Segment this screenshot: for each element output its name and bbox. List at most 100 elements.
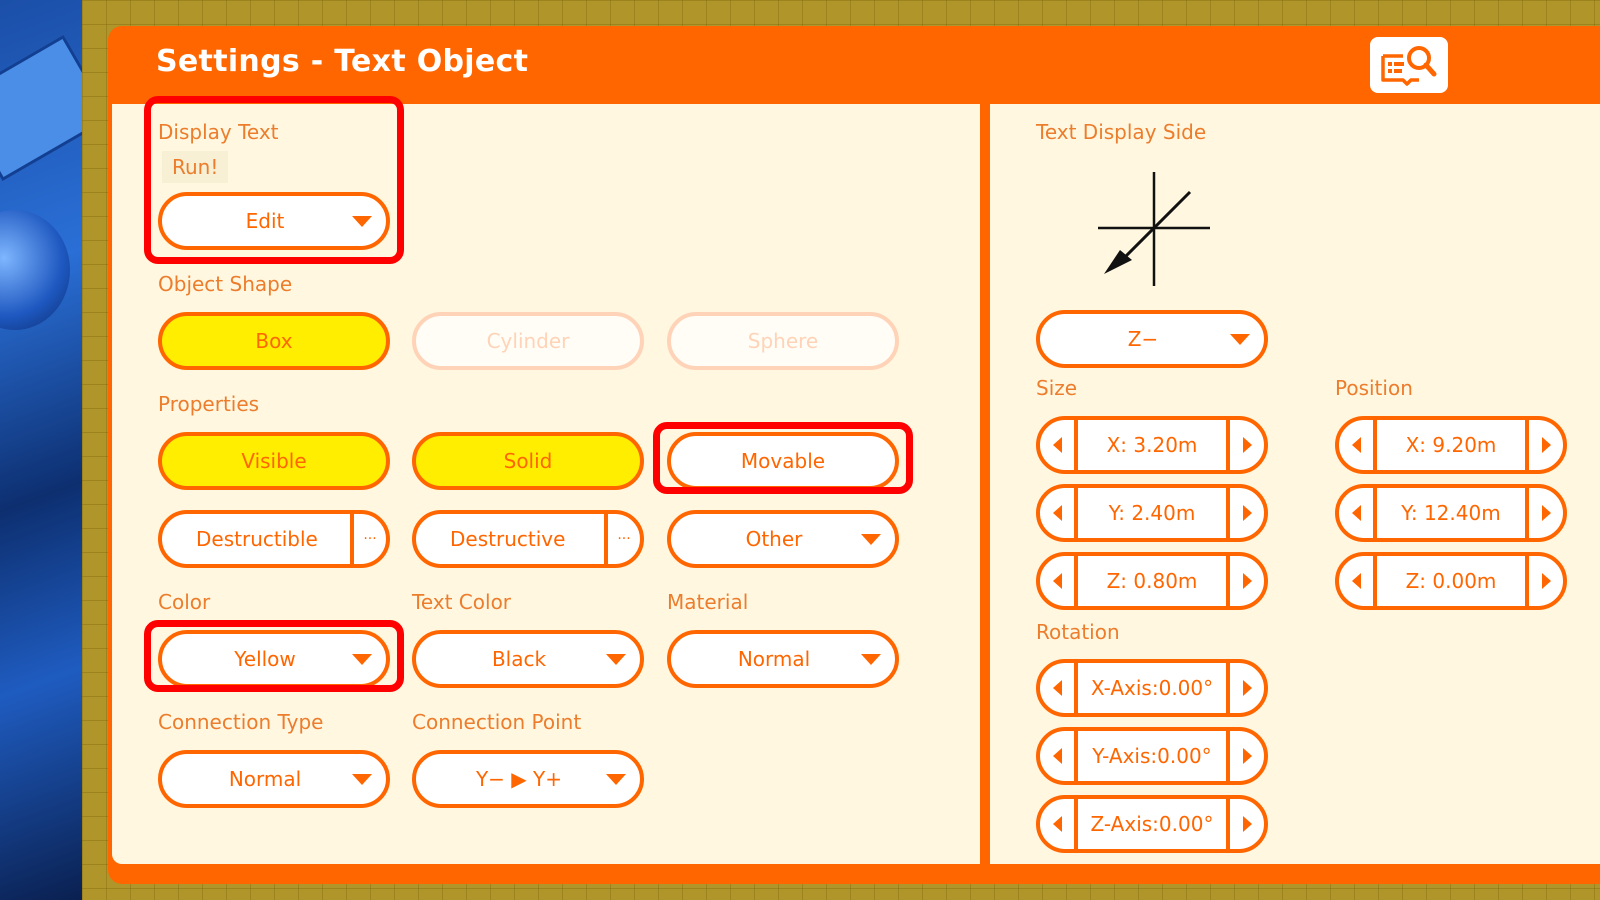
- material-label: Material: [667, 590, 749, 614]
- edit-text-label: Edit: [245, 209, 285, 233]
- right-pane: Text Display Side Z− Size Position X: 3.…: [990, 104, 1600, 864]
- arrow-right-icon: [1242, 505, 1252, 521]
- decrement-button[interactable]: [1339, 488, 1377, 538]
- decrement-button[interactable]: [1040, 420, 1078, 470]
- shape-sphere-button[interactable]: Sphere: [667, 312, 899, 370]
- display-text-label: Display Text: [158, 120, 279, 144]
- settings-panel: Settings - Text Object Display Text Run!…: [108, 26, 1600, 884]
- other-label: Other: [745, 527, 803, 551]
- position-z-value: Z: 0.00m: [1405, 569, 1497, 593]
- increment-button[interactable]: [1226, 731, 1264, 781]
- arrow-left-icon: [1052, 680, 1062, 696]
- size-z-stepper[interactable]: Z: 0.80m: [1036, 552, 1268, 610]
- properties-label: Properties: [158, 392, 260, 416]
- rotation-x-stepper[interactable]: X-Axis:0.00°: [1036, 659, 1268, 717]
- destructible-toggle[interactable]: Destructible ···: [158, 510, 390, 568]
- destructible-label: Destructible: [196, 527, 318, 551]
- color-label: Color: [158, 590, 211, 614]
- other-dropdown[interactable]: Other: [667, 510, 899, 568]
- background-shape: [0, 210, 70, 330]
- arrow-left-icon: [1052, 573, 1062, 589]
- decrement-button[interactable]: [1339, 556, 1377, 606]
- increment-button[interactable]: [1226, 420, 1264, 470]
- position-label: Position: [1335, 376, 1413, 400]
- size-x-value: X: 3.20m: [1106, 433, 1198, 457]
- decrement-button[interactable]: [1040, 731, 1078, 781]
- chevron-down-icon: [606, 654, 626, 665]
- connection-type-dropdown[interactable]: Normal: [158, 750, 390, 808]
- position-x-value: X: 9.20m: [1405, 433, 1497, 457]
- destructive-more-button[interactable]: ···: [604, 514, 640, 564]
- rotation-y-value: Y-Axis:0.00°: [1092, 744, 1212, 768]
- arrow-right-icon: [1541, 437, 1551, 453]
- decrement-button[interactable]: [1040, 488, 1078, 538]
- text-color-label: Text Color: [412, 590, 512, 614]
- rotation-y-stepper[interactable]: Y-Axis:0.00°: [1036, 727, 1268, 785]
- position-x-stepper[interactable]: X: 9.20m: [1335, 416, 1567, 474]
- size-z-value: Z: 0.80m: [1106, 569, 1198, 593]
- connection-point-value: Y− ▶ Y+: [475, 767, 563, 791]
- rotation-label: Rotation: [1036, 620, 1120, 644]
- help-button[interactable]: [1370, 37, 1448, 93]
- title-bar: Settings - Text Object: [108, 26, 1600, 104]
- text-display-side-label: Text Display Side: [1036, 120, 1207, 144]
- color-value: Yellow: [234, 647, 296, 671]
- shape-box-button[interactable]: Box: [158, 312, 390, 370]
- increment-button[interactable]: [1226, 488, 1264, 538]
- size-label: Size: [1036, 376, 1078, 400]
- text-color-value: Black: [491, 647, 547, 671]
- increment-button[interactable]: [1525, 556, 1563, 606]
- decrement-button[interactable]: [1040, 556, 1078, 606]
- chevron-down-icon: [352, 216, 372, 227]
- rotation-x-value: X-Axis:0.00°: [1090, 676, 1214, 700]
- arrow-left-icon: [1351, 505, 1361, 521]
- object-shape-label: Object Shape: [158, 272, 293, 296]
- solid-toggle[interactable]: Solid: [412, 432, 644, 490]
- connection-type-value: Normal: [228, 767, 302, 791]
- arrow-right-icon: [1541, 573, 1551, 589]
- decrement-button[interactable]: [1339, 420, 1377, 470]
- chevron-down-icon: [861, 534, 881, 545]
- destructive-label: Destructive: [450, 527, 566, 551]
- arrow-right-icon: [1242, 748, 1252, 764]
- position-z-stepper[interactable]: Z: 0.00m: [1335, 552, 1567, 610]
- connection-point-label: Connection Point: [412, 710, 582, 734]
- text-display-side-dropdown[interactable]: Z−: [1036, 310, 1268, 368]
- size-y-stepper[interactable]: Y: 2.40m: [1036, 484, 1268, 542]
- arrow-right-icon: [1242, 680, 1252, 696]
- increment-button[interactable]: [1525, 420, 1563, 470]
- destructible-more-button[interactable]: ···: [350, 514, 386, 564]
- edit-text-dropdown[interactable]: Edit: [158, 192, 390, 250]
- left-pane: Display Text Run! Edit Object Shape Box …: [112, 96, 980, 864]
- axis-direction-icon: [1098, 172, 1210, 286]
- arrow-right-icon: [1541, 505, 1551, 521]
- color-dropdown[interactable]: Yellow: [158, 630, 390, 688]
- arrow-right-icon: [1242, 437, 1252, 453]
- destructive-toggle[interactable]: Destructive ···: [412, 510, 644, 568]
- chevron-down-icon: [606, 774, 626, 785]
- arrow-left-icon: [1052, 816, 1062, 832]
- help-book-search-icon: [1381, 46, 1437, 86]
- connection-point-dropdown[interactable]: Y− ▶ Y+: [412, 750, 644, 808]
- material-value: Normal: [737, 647, 811, 671]
- increment-button[interactable]: [1525, 488, 1563, 538]
- display-text-value: Run!: [162, 151, 229, 183]
- arrow-left-icon: [1351, 573, 1361, 589]
- material-dropdown[interactable]: Normal: [667, 630, 899, 688]
- movable-toggle[interactable]: Movable: [667, 432, 899, 490]
- arrow-right-icon: [1242, 816, 1252, 832]
- increment-button[interactable]: [1226, 799, 1264, 849]
- text-color-dropdown[interactable]: Black: [412, 630, 644, 688]
- rotation-z-stepper[interactable]: Z-Axis:0.00°: [1036, 795, 1268, 853]
- size-x-stepper[interactable]: X: 3.20m: [1036, 416, 1268, 474]
- shape-cylinder-button[interactable]: Cylinder: [412, 312, 644, 370]
- position-y-stepper[interactable]: Y: 12.40m: [1335, 484, 1567, 542]
- decrement-button[interactable]: [1040, 663, 1078, 713]
- connection-type-label: Connection Type: [158, 710, 324, 734]
- visible-toggle[interactable]: Visible: [158, 432, 390, 490]
- increment-button[interactable]: [1226, 556, 1264, 606]
- arrow-left-icon: [1052, 437, 1062, 453]
- arrow-left-icon: [1351, 437, 1361, 453]
- decrement-button[interactable]: [1040, 799, 1078, 849]
- increment-button[interactable]: [1226, 663, 1264, 713]
